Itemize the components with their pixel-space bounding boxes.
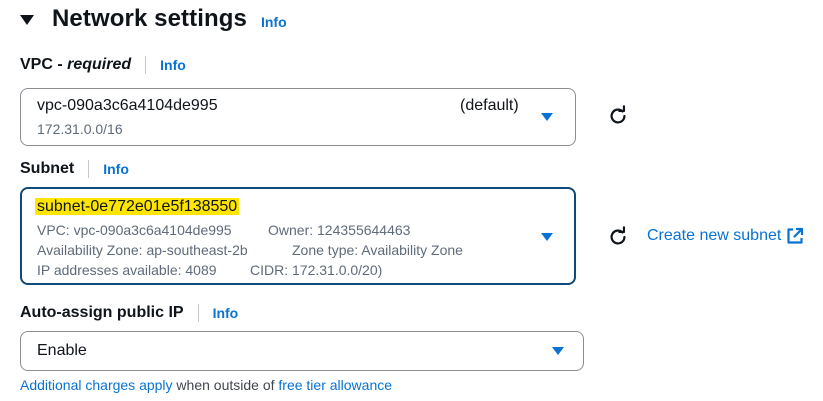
subnet-vpc: VPC: vpc-090a3c6a4104de995	[37, 222, 232, 238]
public-ip-select-value: Enable	[37, 342, 87, 359]
vpc-cidr: 172.31.0.0/16	[37, 121, 123, 137]
subnet-label-row: Subnet Info	[20, 157, 129, 181]
subnet-owner: Owner: 124355644463	[268, 222, 411, 238]
section-title: Network settings	[52, 5, 247, 32]
dropdown-arrow-icon	[541, 233, 553, 241]
subnet-label: Subnet	[20, 160, 75, 177]
dropdown-arrow-icon	[541, 113, 553, 121]
vpc-label-text: VPC -	[20, 56, 68, 73]
divider	[197, 304, 199, 322]
vpc-default-tag: (default)	[460, 97, 519, 114]
create-new-subnet-label: Create new subnet	[647, 227, 782, 244]
refresh-icon[interactable]	[607, 226, 629, 248]
public-ip-select[interactable]: Enable	[20, 331, 584, 371]
vpc-info-link[interactable]: Info	[160, 57, 186, 73]
subnet-cidr: CIDR: 172.31.0.0/20)	[250, 262, 383, 278]
subnet-select[interactable]: subnet-0e772e01e5f138550 VPC: vpc-090a3c…	[20, 187, 576, 285]
additional-charges-link[interactable]: Additional charges apply	[20, 377, 173, 393]
vpc-label: VPC - required	[20, 56, 131, 74]
refresh-icon[interactable]	[607, 105, 629, 127]
subnet-value-highlight: subnet-0e772e01e5f138550	[35, 198, 240, 215]
subnet-zone-type: Zone type: Availability Zone	[292, 242, 463, 258]
subnet-availability-zone: Availability Zone: ap-southeast-2b	[37, 242, 248, 258]
subnet-ip-available: IP addresses available: 4089	[37, 262, 217, 278]
public-ip-info-link[interactable]: Info	[213, 305, 239, 321]
subnet-info-link[interactable]: Info	[103, 161, 129, 177]
dropdown-arrow-icon	[552, 347, 564, 355]
vpc-label-row: VPC - required Info	[20, 53, 186, 77]
external-link-icon	[787, 227, 804, 244]
caret-down-icon[interactable]	[20, 15, 34, 25]
divider	[145, 56, 147, 74]
create-new-subnet-link[interactable]: Create new subnet	[647, 227, 804, 245]
section-header[interactable]: Network settings Info	[20, 2, 287, 36]
vpc-required-text: required	[67, 56, 132, 73]
section-info-link[interactable]: Info	[261, 14, 287, 30]
footer-middle-text: when outside of	[172, 377, 279, 393]
vpc-select[interactable]: vpc-090a3c6a4104de995 (default) 172.31.0…	[20, 88, 576, 146]
free-tier-link[interactable]: free tier allowance	[278, 377, 392, 393]
public-ip-label-row: Auto-assign public IP Info	[20, 301, 238, 325]
divider	[88, 160, 90, 178]
footer-note: Additional charges apply when outside of…	[20, 377, 392, 393]
public-ip-label: Auto-assign public IP	[20, 304, 184, 321]
subnet-select-value: subnet-0e772e01e5f138550	[35, 198, 240, 216]
vpc-select-value: vpc-090a3c6a4104de995	[37, 97, 218, 114]
